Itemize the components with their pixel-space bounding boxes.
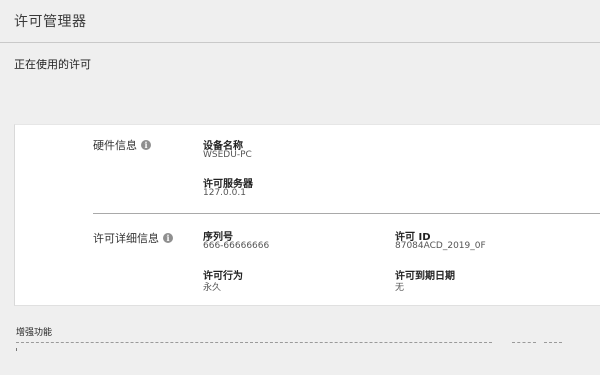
device-name-value: WSEDU-PC [203,150,252,160]
title-bar: 许可管理器 [0,0,600,43]
serial-number-value: 666-66666666 [203,241,270,251]
enhancements-tick [16,348,17,351]
in-use-licenses-heading: 正在使用的许可 [14,58,91,71]
license-server-value: 127.0.0.1 [203,188,246,198]
license-id-value: 87084ACD_2019_0F [395,241,486,251]
window-title: 许可管理器 [14,14,87,30]
hardware-info-label-group: 硬件信息 i [93,137,151,153]
license-details-info-icon[interactable]: i [163,233,173,243]
license-expiry-value: 无 [395,283,405,293]
hardware-info-label: 硬件信息 [93,139,137,152]
enhancements-heading: 增强功能 [16,328,53,338]
license-behavior-value: 永久 [203,283,222,293]
license-manager-window: 许可管理器 正在使用的许可 硬件信息 i 设备名称 WSEDU-PC 许可服务器… [0,0,600,375]
enhancements-placeholder-line-3 [544,342,562,343]
hardware-info-icon[interactable]: i [141,140,151,150]
section-divider [93,213,600,214]
license-details-label-group: 许可详细信息 i [93,230,173,246]
license-details-label: 许可详细信息 [93,232,159,245]
enhancements-placeholder-line [16,342,492,343]
license-card: 硬件信息 i 设备名称 WSEDU-PC 许可服务器 127.0.0.1 许可详… [14,124,600,306]
enhancements-placeholder-line-2 [512,342,536,343]
